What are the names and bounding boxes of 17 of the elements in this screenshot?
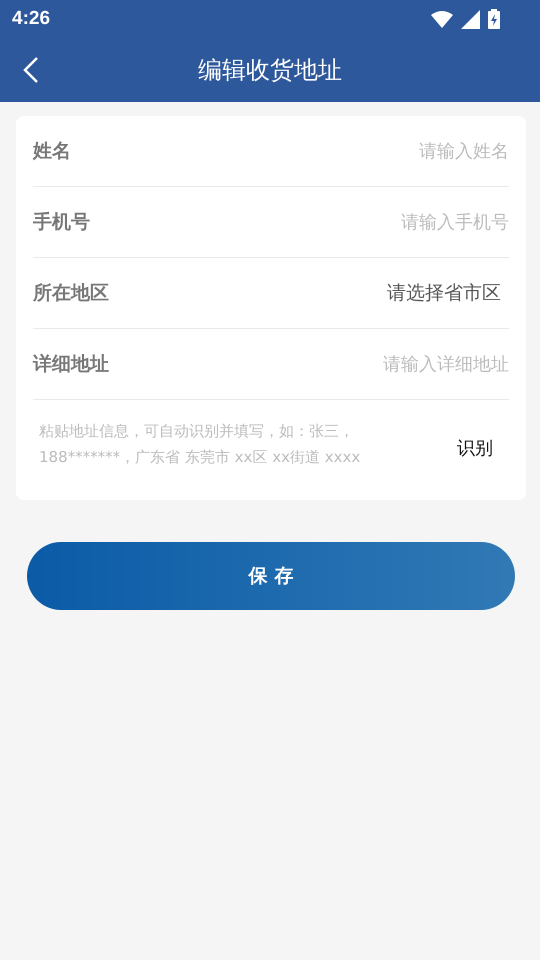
page-title: 编辑收货地址 [198,55,342,86]
field-label: 所在地区 [33,281,109,306]
input-field[interactable]: 请输入手机号 [249,212,509,232]
region-selector[interactable]: 请选择省市区 [387,280,501,306]
field-label: 姓名 [33,139,71,164]
input-field[interactable]: 请输入姓名 [249,140,509,162]
recognize-button[interactable]: 识别 [457,436,493,460]
save-button[interactable]: 保 存 [27,542,515,610]
paste-address-field[interactable]: 粘贴地址信息，可自动识别并填写，如：张三，188*******，广东省 东莞市 xx区 xx街道 xxxx [33,418,439,478]
battery-icon [488,9,500,29]
back-icon[interactable] [22,56,40,84]
status-time: 4:26 [12,8,50,30]
signal-icon [461,10,480,28]
wifi-icon [431,10,453,28]
input-field[interactable]: 请输入详细地址 [249,354,509,374]
field-label: 详细地址 [33,352,109,377]
field-label: 手机号 [33,210,90,235]
